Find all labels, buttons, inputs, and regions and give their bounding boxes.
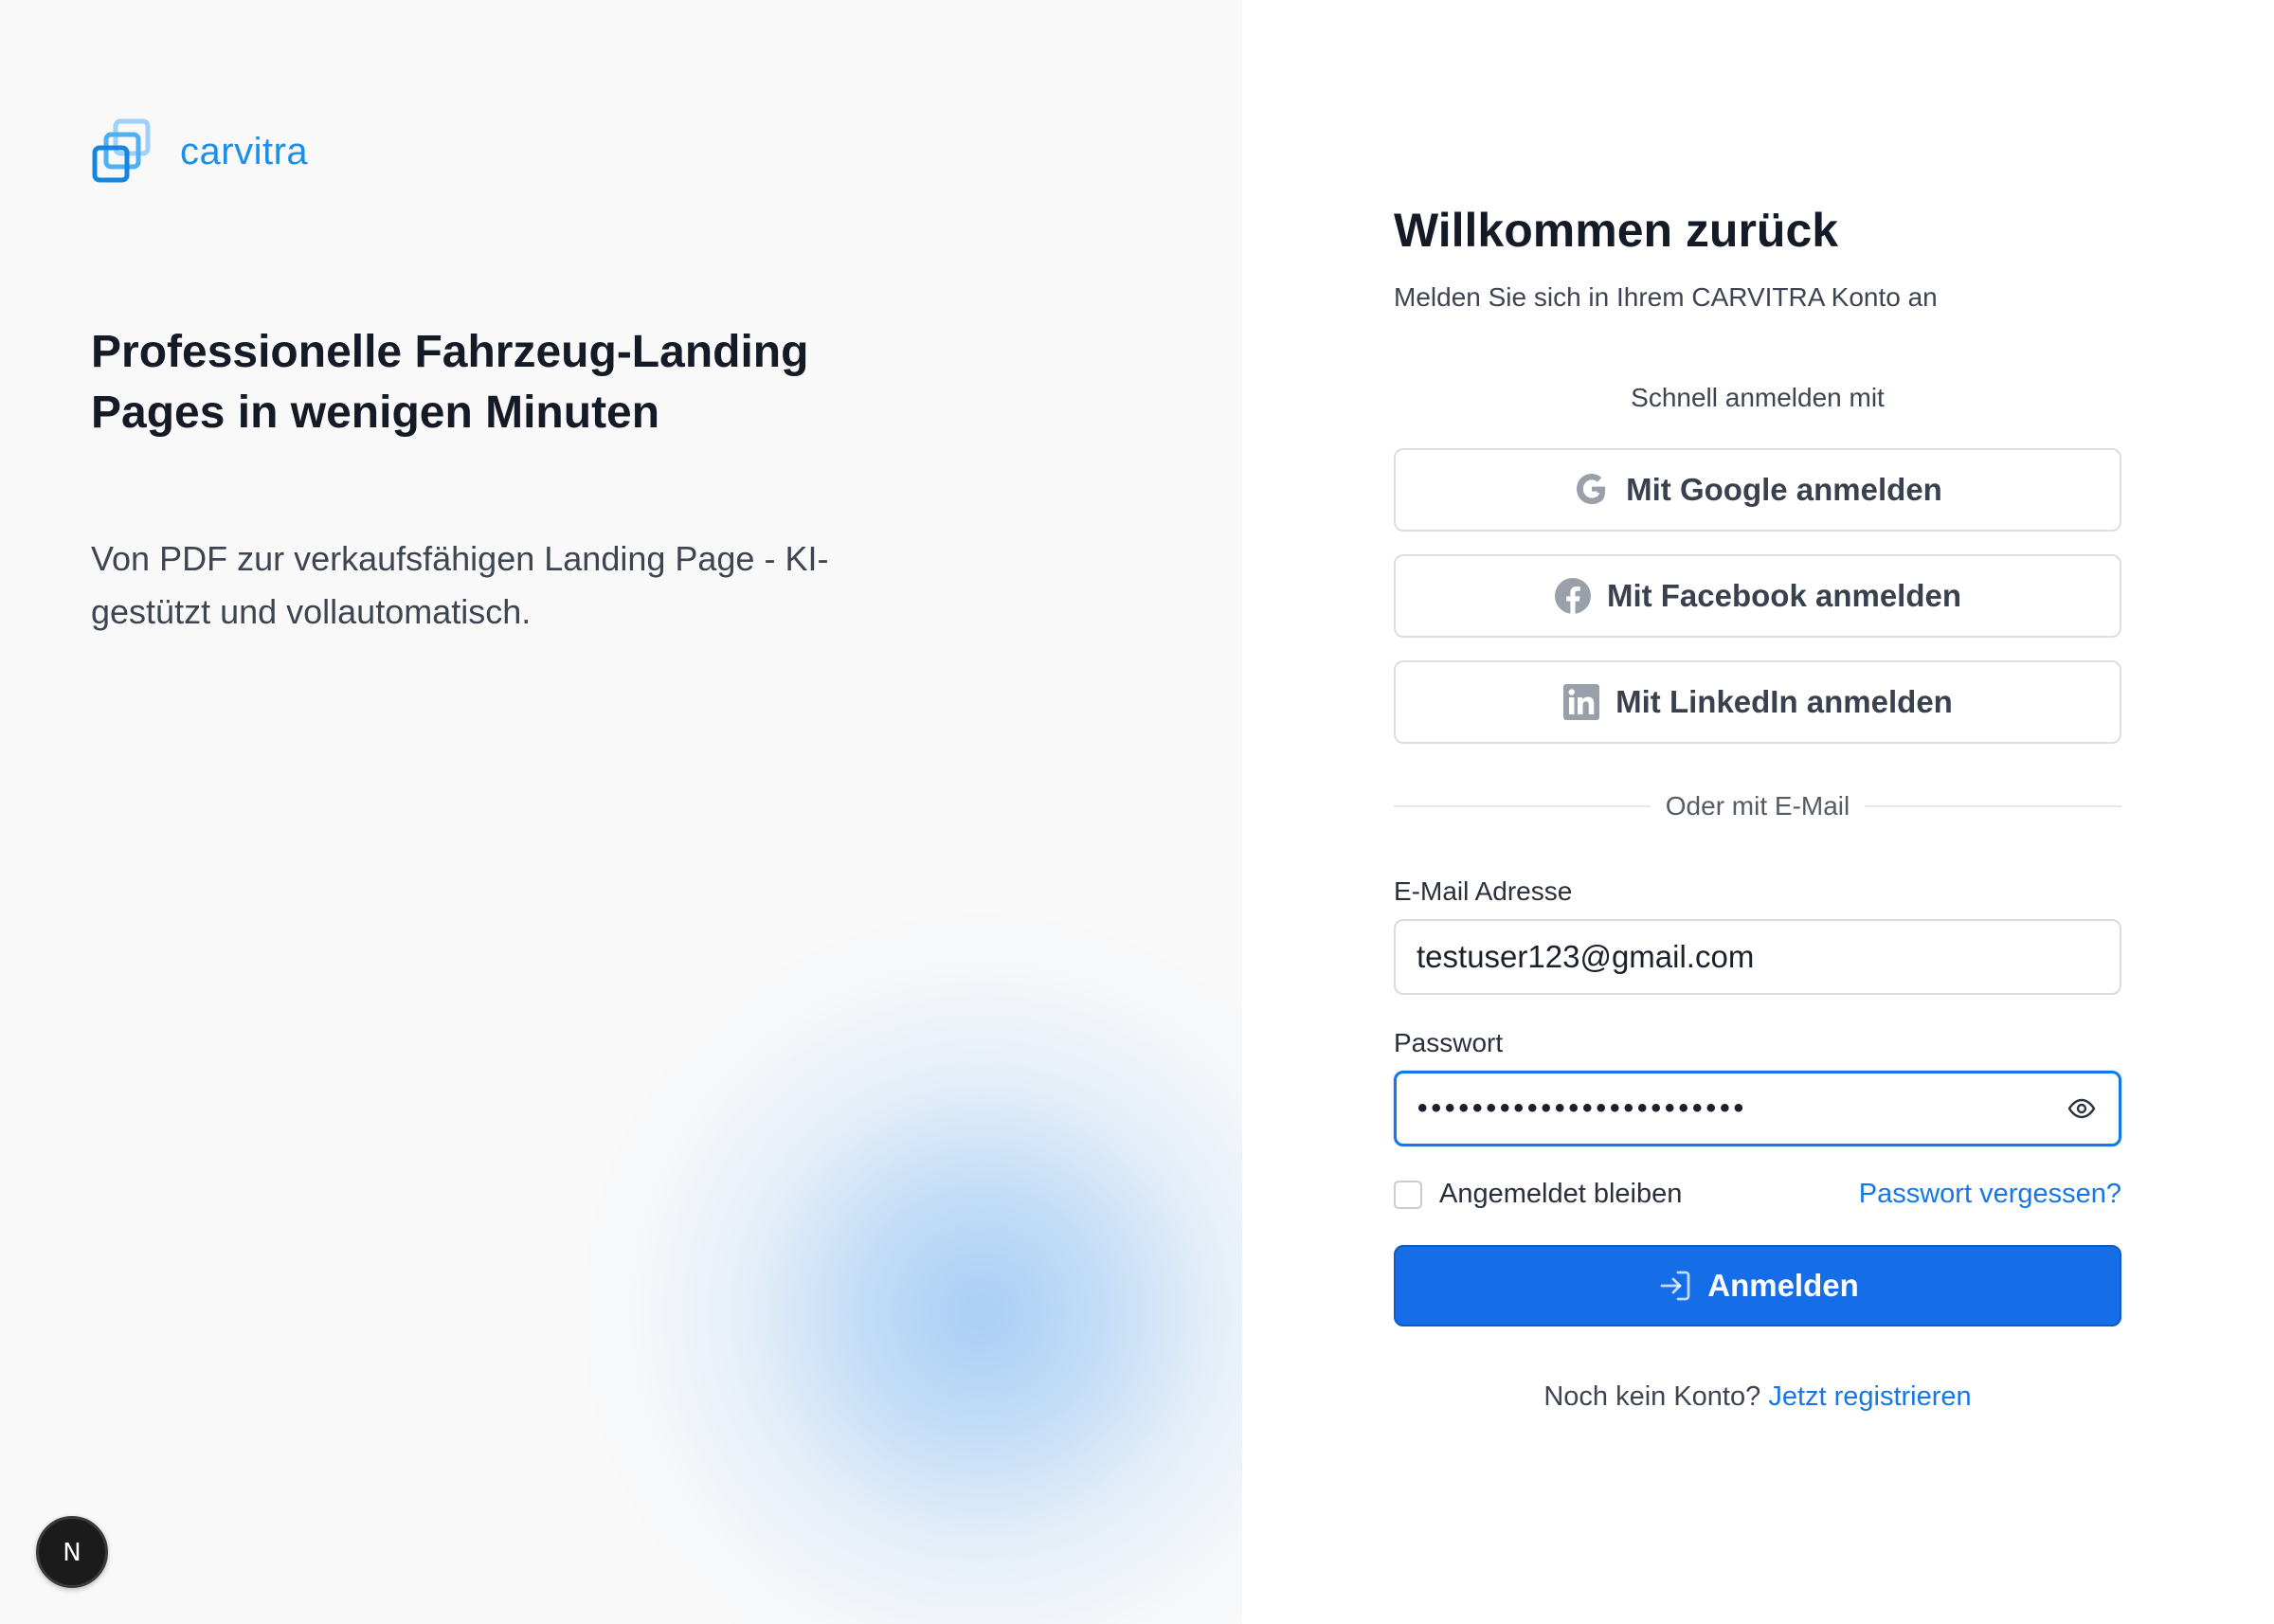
background-glow xyxy=(583,914,1242,1624)
eye-icon[interactable] xyxy=(2066,1092,2098,1125)
hero-subtitle: Von PDF zur verkaufsfähigen Landing Page… xyxy=(91,539,829,631)
layered-squares-icon xyxy=(92,118,151,183)
google-login-label: Mit Google anmelden xyxy=(1626,472,1942,507)
brand-name: carvitra xyxy=(180,130,309,172)
password-value: •••••••••••••••••••••••• xyxy=(1417,1092,1748,1124)
remember-me[interactable]: Angemeldet bleiben xyxy=(1394,1179,1682,1210)
forgot-password-link[interactable]: Passwort vergessen? xyxy=(1859,1179,2121,1210)
hero-panel: carvitra Professionelle Fahrzeug-Landing… xyxy=(0,0,1242,1624)
remember-label: Angemeldet bleiben xyxy=(1439,1179,1683,1209)
login-page: carvitra Professionelle Fahrzeug-Landing… xyxy=(0,0,2274,1624)
password-input[interactable]: •••••••••••••••••••••••• xyxy=(1394,1071,2121,1146)
form-subtitle: Melden Sie sich in Ihrem CARVITRA Konto … xyxy=(1394,282,1938,312)
google-icon xyxy=(1573,471,1611,509)
linkedin-login-button[interactable]: Mit LinkedIn anmelden xyxy=(1394,660,2121,744)
sign-in-icon xyxy=(1656,1267,1694,1305)
register-prompt-text: Noch kein Konto? xyxy=(1543,1381,1761,1412)
password-label: Passwort xyxy=(1394,1028,1504,1057)
register-prompt: Noch kein Konto? Jetzt registrieren xyxy=(1394,1381,2121,1413)
register-link[interactable]: Jetzt registrieren xyxy=(1768,1381,1971,1412)
email-value: testuser123@gmail.com xyxy=(1417,939,1755,974)
email-input[interactable]: testuser123@gmail.com xyxy=(1394,919,2121,995)
linkedin-login-label: Mit LinkedIn anmelden xyxy=(1615,684,1953,719)
form-title: Willkommen zurück xyxy=(1394,204,1839,257)
sign-in-label: Anmelden xyxy=(1707,1268,1859,1303)
remember-checkbox[interactable] xyxy=(1394,1180,1422,1209)
brand-logo[interactable]: carvitra xyxy=(89,116,308,188)
hero-title: Professionelle Fahrzeug-Landing Pages in… xyxy=(91,327,809,438)
facebook-icon xyxy=(1554,577,1592,615)
google-login-button[interactable]: Mit Google anmelden xyxy=(1394,448,2121,532)
email-divider: Oder mit E-Mail xyxy=(1394,791,2121,821)
divider-line-left xyxy=(1394,805,1651,807)
quick-login-label: Schnell anmelden mit xyxy=(1631,383,1885,412)
facebook-login-button[interactable]: Mit Facebook anmelden xyxy=(1394,554,2121,638)
login-panel: Willkommen zurück Melden Sie sich in Ihr… xyxy=(1242,0,2274,1624)
linkedin-icon xyxy=(1562,683,1600,721)
dev-tools-badge[interactable]: N xyxy=(36,1516,108,1588)
sign-in-button[interactable]: Anmelden xyxy=(1394,1245,2121,1326)
divider-line-right xyxy=(1865,805,2121,807)
email-label: E-Mail Adresse xyxy=(1394,876,1573,906)
next-logo-icon: N xyxy=(63,1539,81,1567)
divider-text: Oder mit E-Mail xyxy=(1665,791,1850,821)
facebook-login-label: Mit Facebook anmelden xyxy=(1606,578,1962,613)
svg-text:N: N xyxy=(63,1539,81,1567)
